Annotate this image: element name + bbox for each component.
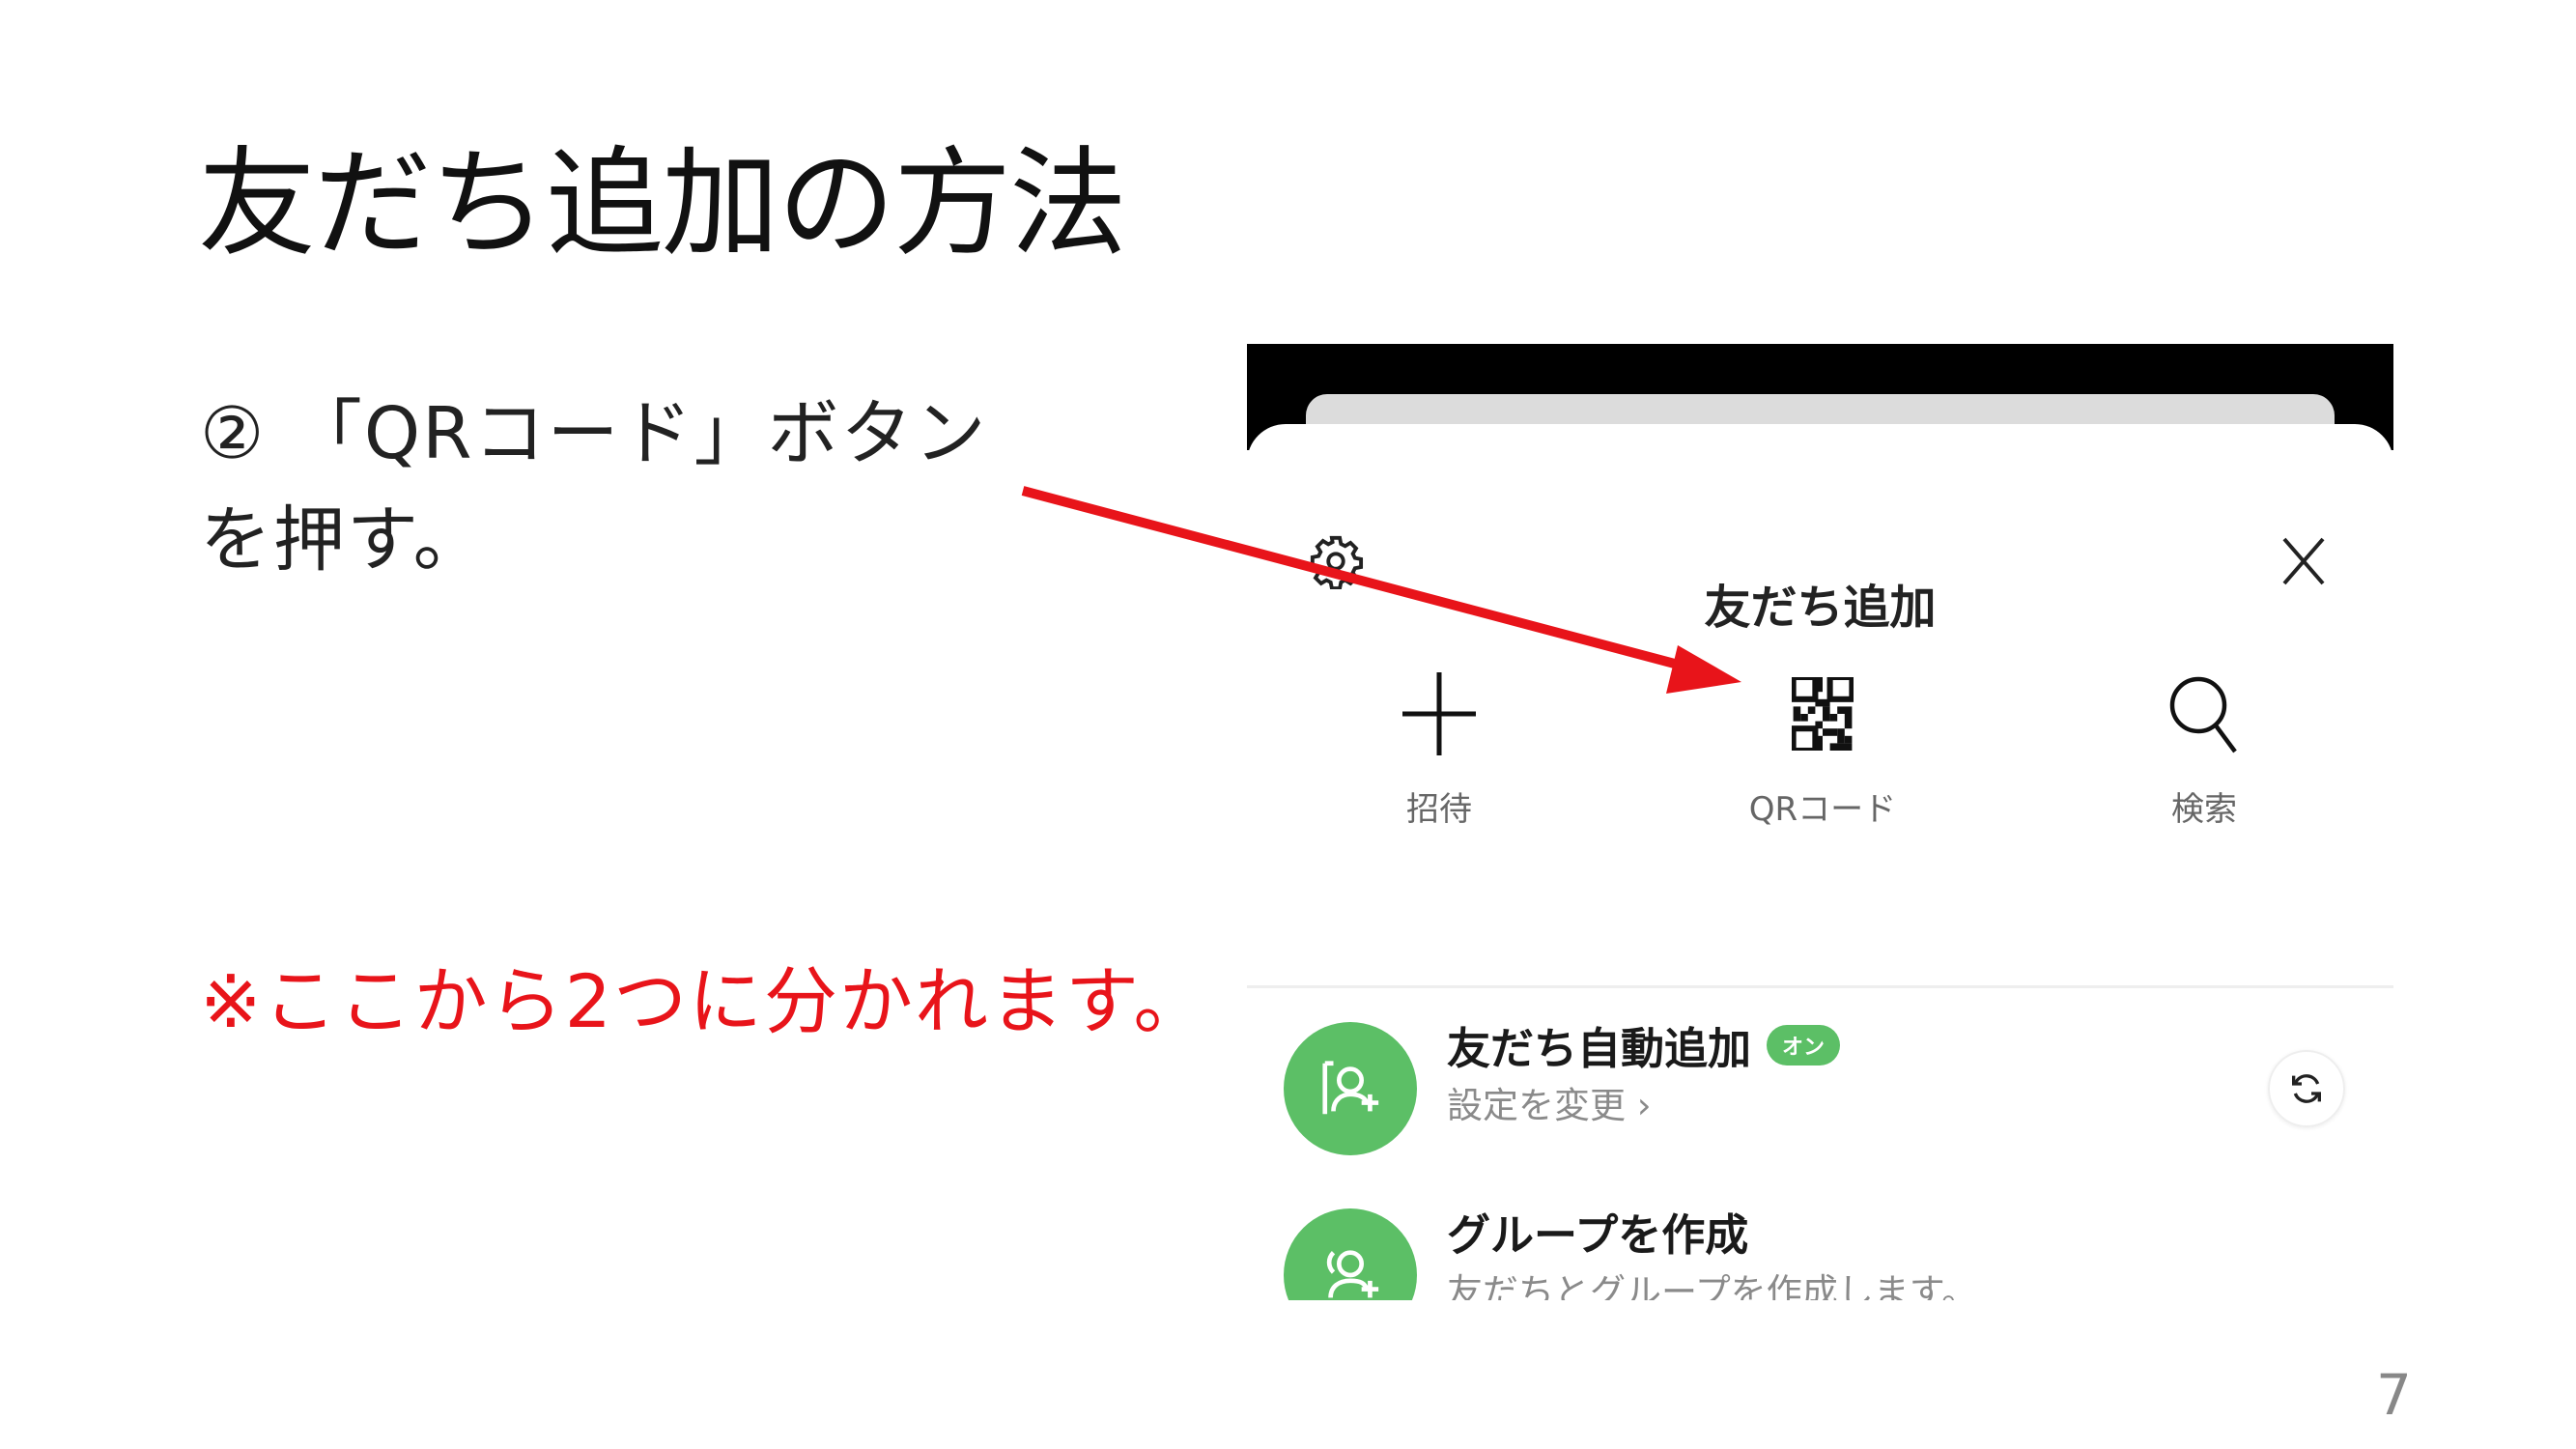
arrow-shaft: [1021, 486, 1687, 671]
arrow-head: [1666, 645, 1741, 694]
annotation-arrow: [1021, 486, 1741, 694]
